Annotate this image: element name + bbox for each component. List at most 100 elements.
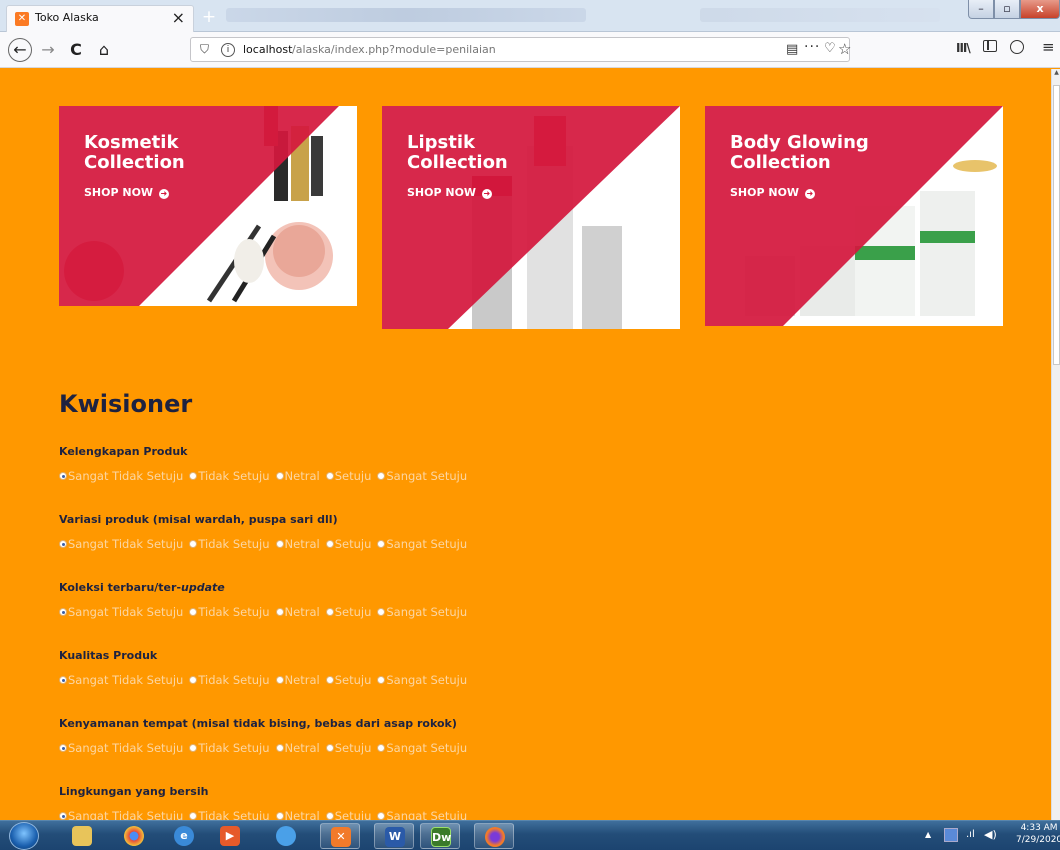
radio-option[interactable]: Setuju — [325, 469, 371, 483]
radio-button[interactable] — [189, 472, 198, 480]
site-info-icon[interactable]: i — [221, 43, 235, 57]
radio-option[interactable]: Sangat Tidak Setuju — [59, 537, 183, 551]
radio-option[interactable]: Tidak Setuju — [189, 469, 270, 483]
radio-button[interactable] — [275, 472, 284, 480]
tray-expand-icon[interactable]: ▲ — [925, 830, 931, 839]
library-icon[interactable]: III\ — [956, 41, 971, 55]
window-maximize-button[interactable]: ▫ — [994, 0, 1020, 19]
radio-button[interactable] — [377, 540, 386, 548]
dreamweaver-taskbar-button[interactable]: Dw — [420, 823, 460, 849]
media-taskbar-button[interactable]: ▶ — [210, 823, 250, 849]
messenger-taskbar-button[interactable] — [266, 823, 306, 849]
back-arrow-icon[interactable]: ← — [8, 38, 32, 62]
radio-button[interactable] — [377, 676, 386, 684]
new-tab-button[interactable]: + — [198, 6, 220, 28]
reload-icon[interactable]: C — [64, 38, 88, 62]
radio-button[interactable] — [59, 744, 67, 752]
signal-icon[interactable]: .ıl — [966, 829, 975, 840]
radio-option[interactable]: Sangat Tidak Setuju — [59, 741, 183, 755]
banner-body-glowing[interactable]: Body Glowing Collection SHOP NOW ➜ — [705, 106, 1003, 326]
radio-button[interactable] — [275, 608, 284, 616]
radio-button[interactable] — [189, 744, 198, 752]
radio-option[interactable]: Netral — [275, 741, 320, 755]
clock[interactable]: 4:33 AM 7/29/2020 — [1016, 822, 1060, 846]
pocket-icon[interactable]: ♡ — [824, 41, 836, 56]
page-actions-icon[interactable]: ··· — [804, 39, 820, 55]
window-minimize-button[interactable]: – — [968, 0, 994, 19]
radio-option[interactable]: Netral — [275, 537, 320, 551]
radio-button[interactable] — [377, 744, 386, 752]
forward-arrow-icon[interactable]: → — [36, 38, 60, 62]
volume-icon[interactable]: ◀) — [984, 828, 997, 841]
radio-option[interactable]: Tidak Setuju — [189, 673, 270, 687]
radio-option[interactable]: Setuju — [325, 741, 371, 755]
radio-option[interactable]: Setuju — [325, 605, 371, 619]
radio-button[interactable] — [189, 812, 198, 820]
window-close-button[interactable]: x — [1020, 0, 1060, 19]
radio-button[interactable] — [275, 540, 284, 548]
radio-option[interactable]: Sangat Setuju — [377, 673, 467, 687]
network-status-icon[interactable] — [944, 828, 958, 842]
radio-button[interactable] — [325, 676, 334, 684]
radio-button[interactable] — [377, 608, 386, 616]
page-scrollbar[interactable]: ▲ — [1051, 69, 1060, 820]
radio-option[interactable]: Sangat Setuju — [377, 469, 467, 483]
reader-view-icon[interactable]: ▤ — [786, 42, 798, 57]
radio-option[interactable]: Sangat Setuju — [377, 537, 467, 551]
tracking-shield-icon[interactable]: ⛉ — [200, 42, 209, 57]
explorer-taskbar-button[interactable] — [62, 823, 102, 849]
radio-option[interactable]: Tidak Setuju — [189, 537, 270, 551]
radio-button[interactable] — [325, 812, 334, 820]
bookmark-star-icon[interactable]: ☆ — [838, 40, 851, 58]
radio-option[interactable]: Tidak Setuju — [189, 605, 270, 619]
xampp-taskbar-button[interactable]: ✕ — [320, 823, 360, 849]
radio-button[interactable] — [59, 676, 67, 684]
radio-button[interactable] — [59, 472, 67, 480]
radio-button[interactable] — [325, 608, 334, 616]
radio-option[interactable]: Sangat Tidak Setuju — [59, 605, 183, 619]
radio-button[interactable] — [377, 472, 386, 480]
ie-taskbar-button[interactable]: e — [164, 823, 204, 849]
radio-button[interactable] — [275, 676, 284, 684]
scroll-up-icon[interactable]: ▲ — [1052, 69, 1060, 81]
shop-now-link[interactable]: SHOP NOW ➜ — [407, 186, 492, 199]
radio-button[interactable] — [189, 676, 198, 684]
start-button[interactable] — [9, 822, 39, 850]
radio-button[interactable] — [275, 812, 284, 820]
shop-now-link[interactable]: SHOP NOW ➜ — [730, 186, 815, 199]
banner-kosmetik[interactable]: Kosmetik Collection SHOP NOW ➜ — [59, 106, 357, 306]
radio-option[interactable]: Sangat Setuju — [377, 741, 467, 755]
firefox-taskbar-button[interactable] — [474, 823, 514, 849]
account-icon[interactable] — [1010, 40, 1024, 54]
chrome-taskbar-button[interactable] — [114, 823, 154, 849]
radio-button[interactable] — [325, 540, 334, 548]
radio-option[interactable]: Setuju — [325, 537, 371, 551]
browser-tab-active[interactable]: ✕ Toko Alaska × — [6, 5, 194, 32]
radio-option[interactable]: Sangat Tidak Setuju — [59, 469, 183, 483]
radio-button[interactable] — [189, 540, 198, 548]
radio-option[interactable]: Netral — [275, 605, 320, 619]
radio-option[interactable]: Sangat Setuju — [377, 605, 467, 619]
radio-option[interactable]: Tidak Setuju — [189, 741, 270, 755]
url-bar[interactable]: ⛉ i localhost /alaska/index.php?module=p… — [190, 37, 851, 62]
tab-close-icon[interactable]: × — [172, 8, 185, 27]
radio-button[interactable] — [325, 744, 334, 752]
shop-now-link[interactable]: SHOP NOW ➜ — [84, 186, 169, 199]
radio-option[interactable]: Sangat Tidak Setuju — [59, 673, 183, 687]
radio-option[interactable]: Setuju — [325, 673, 371, 687]
radio-button[interactable] — [325, 472, 334, 480]
radio-button[interactable] — [59, 812, 67, 820]
radio-button[interactable] — [275, 744, 284, 752]
radio-option[interactable]: Netral — [275, 469, 320, 483]
hamburger-menu-icon[interactable]: ≡ — [1042, 38, 1055, 56]
word-taskbar-button[interactable]: W — [374, 823, 414, 849]
scroll-thumb[interactable] — [1053, 85, 1060, 365]
radio-option[interactable]: Netral — [275, 673, 320, 687]
radio-button[interactable] — [59, 608, 67, 616]
radio-button[interactable] — [189, 608, 198, 616]
radio-button[interactable] — [377, 812, 386, 820]
banner-lipstik[interactable]: Lipstik Collection SHOP NOW ➜ — [382, 106, 680, 329]
radio-button[interactable] — [59, 540, 67, 548]
sidebar-icon[interactable] — [983, 40, 997, 52]
home-icon[interactable]: ⌂ — [92, 38, 116, 62]
